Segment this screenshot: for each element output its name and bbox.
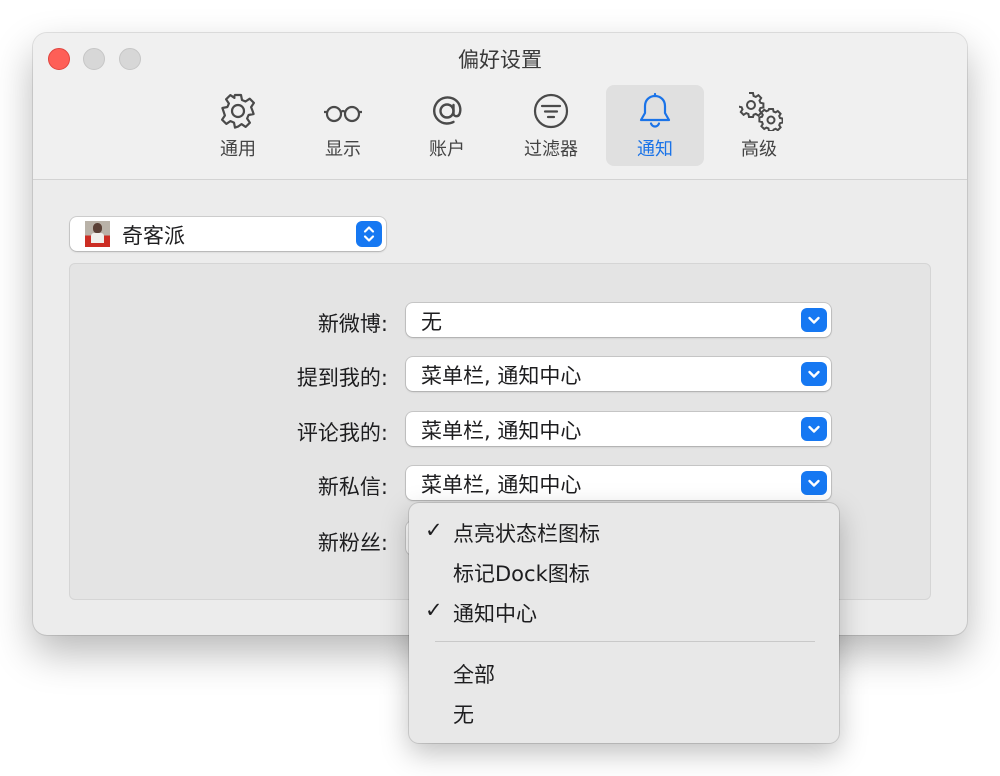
notification-options-menu: ✓ 点亮状态栏图标 标记Dock图标 ✓ 通知中心 全部 无 [409,503,839,743]
new-followers-label: 新粉丝: [317,531,388,555]
popup-value: 菜单栏, 通知中心 [421,419,582,443]
menu-item-label: 点亮状态栏图标 [453,522,600,546]
popup-value: 菜单栏, 通知中心 [421,364,582,388]
menu-item-label: 标记Dock图标 [453,562,590,586]
avatar [85,221,110,247]
menu-item-label: 全部 [453,663,495,687]
gears-icon [739,91,783,131]
menu-item-none[interactable]: 无 [409,696,839,732]
direct-messages-popup[interactable]: 菜单栏, 通知中心 [406,466,831,500]
menu-separator [435,641,815,642]
direct-messages-label: 新私信: [317,475,388,499]
chevron-down-icon [801,308,827,332]
tab-general[interactable]: 通用 [189,85,287,166]
tab-accounts[interactable]: 账户 [398,85,496,166]
checkmark-icon: ✓ [425,518,443,542]
tab-filters[interactable]: 过滤器 [502,85,600,166]
mentions-label: 提到我的: [296,366,388,390]
tab-advanced[interactable]: 高级 [710,85,808,166]
up-down-chevron-icon [356,221,382,247]
titlebar: 偏好设置 通用 显示 账户 过滤器 通知 高级 [33,33,967,180]
tab-display[interactable]: 显示 [294,85,392,166]
at-icon [427,91,467,131]
glasses-icon [323,91,363,131]
menu-item-label: 通知中心 [453,602,537,626]
menu-item-notification-center[interactable]: ✓ 通知中心 [409,595,839,631]
filter-icon [531,91,571,131]
new-weibo-label: 新微博: [317,312,388,336]
chevron-down-icon [801,417,827,441]
tab-notifications[interactable]: 通知 [606,85,704,166]
account-popup[interactable]: 奇客派 [70,217,386,251]
checkmark-icon: ✓ [425,598,443,622]
popup-value: 菜单栏, 通知中心 [421,473,582,497]
menu-item-all[interactable]: 全部 [409,656,839,692]
tab-label: 账户 [429,139,465,160]
tab-label: 通用 [220,139,256,160]
chevron-down-icon [801,471,827,495]
new-weibo-popup[interactable]: 无 [406,303,831,337]
chevron-down-icon [801,362,827,386]
bell-icon [635,91,675,131]
tab-label: 显示 [325,139,361,160]
comments-label: 评论我的: [296,421,388,445]
menu-item-label: 无 [453,703,474,727]
comments-popup[interactable]: 菜单栏, 通知中心 [406,412,831,446]
menu-item-dock-badge[interactable]: 标记Dock图标 [409,555,839,591]
menu-item-status-bar-icon[interactable]: ✓ 点亮状态栏图标 [409,515,839,551]
tab-label: 通知 [637,139,673,160]
mentions-popup[interactable]: 菜单栏, 通知中心 [406,357,831,391]
gear-icon [218,91,258,131]
account-name: 奇客派 [122,224,185,248]
tab-label: 过滤器 [524,139,578,160]
popup-value: 无 [421,310,442,334]
window-title: 偏好设置 [458,48,542,72]
tab-label: 高级 [741,139,777,160]
